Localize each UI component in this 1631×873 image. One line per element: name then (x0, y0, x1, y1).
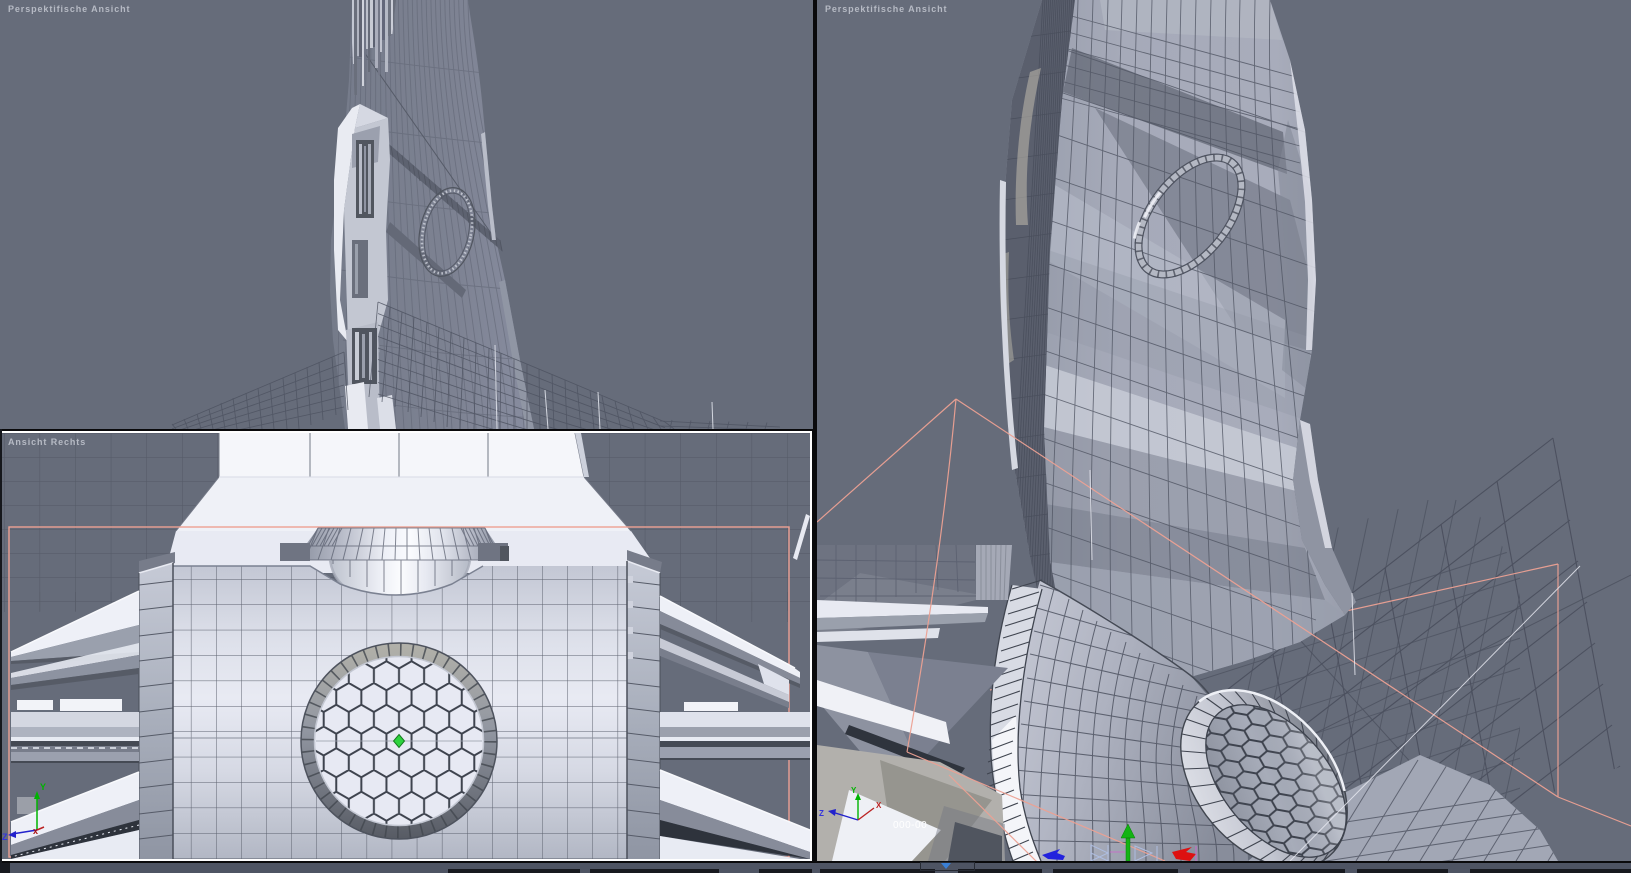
svg-text:Z: Z (2, 832, 8, 842)
svg-text:Y: Y (851, 786, 857, 795)
svg-text:Z: Z (819, 809, 824, 818)
svg-text:X: X (876, 801, 882, 810)
svg-text:x: x (33, 826, 38, 836)
svg-text:Y: Y (40, 782, 46, 792)
svg-text:000-00: 000-00 (893, 820, 927, 831)
